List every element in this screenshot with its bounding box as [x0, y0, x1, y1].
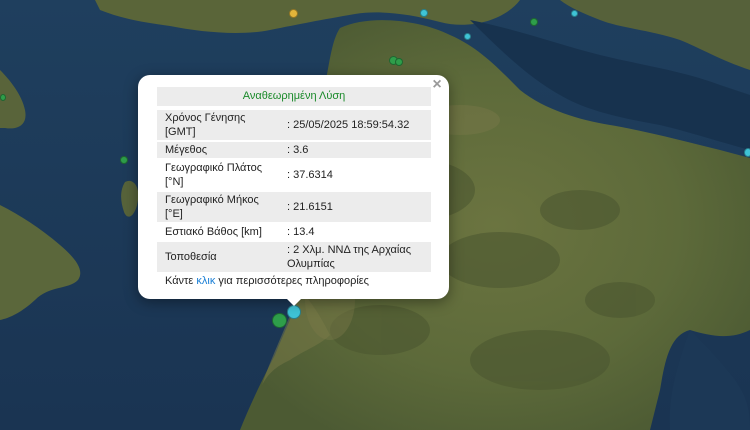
row-value: : 21.6151 — [279, 192, 431, 222]
row-value: : 2 Χλμ. ΝΝΔ της Αρχαίας Ολυμπίας — [279, 242, 431, 272]
info-table: Χρόνος Γένησης [GMT] : 25/05/2025 18:59:… — [157, 108, 431, 274]
row-label: Εστιακό Βάθος [km] — [165, 226, 262, 238]
row-origin-time: Χρόνος Γένησης [GMT] : 25/05/2025 18:59:… — [157, 110, 431, 140]
marker-yellow[interactable] — [289, 9, 298, 18]
marker-cyan[interactable] — [571, 10, 578, 17]
row-magnitude: Μέγεθος : 3.6 — [157, 142, 431, 158]
close-icon[interactable]: × — [429, 77, 445, 93]
popup-content: Αναθεωρημένη Λύση Χρόνος Γένησης [GMT] :… — [157, 87, 431, 287]
footer-prefix: Κάντε — [165, 275, 197, 287]
row-label: Μέγεθος — [157, 142, 279, 158]
marker-green[interactable] — [272, 313, 287, 328]
row-depth: Εστιακό Βάθος [km] : 13.4 — [157, 224, 431, 240]
popup-title: Αναθεωρημένη Λύση — [157, 87, 431, 106]
footer-suffix: για περισσότερες πληροφορίες — [215, 275, 369, 287]
earthquake-info-popup: × Αναθεωρημένη Λύση Χρόνος Γένησης [GMT]… — [138, 75, 449, 299]
row-longitude: Γεωγραφικό Μήκος [°E] : 21.6151 — [157, 192, 431, 222]
row-label: Γεωγραφικό Πλάτος [°N] — [165, 162, 263, 188]
marker-green[interactable] — [395, 58, 403, 66]
marker-cyan[interactable] — [464, 33, 471, 40]
row-value: : 25/05/2025 18:59:54.32 — [279, 110, 431, 140]
marker-cyan[interactable] — [744, 148, 750, 157]
row-value: : 37.6314 — [287, 169, 333, 181]
more-info-line: Κάντε κλικ για περισσότερες πληροφορίες — [157, 275, 431, 287]
popup-pointer — [284, 296, 304, 306]
row-label: Τοποθεσία — [157, 242, 279, 272]
row-label: Γεωγραφικό Μήκος [°E] — [157, 192, 279, 222]
row-location: Τοποθεσία : 2 Χλμ. ΝΝΔ της Αρχαίας Ολυμπ… — [157, 242, 431, 272]
marker-selected[interactable] — [287, 305, 301, 319]
marker-green[interactable] — [0, 94, 6, 101]
row-latitude: Γεωγραφικό Πλάτος [°N] : 37.6314 — [157, 160, 431, 190]
marker-green[interactable] — [530, 18, 538, 26]
more-info-link[interactable]: κλικ — [196, 275, 215, 287]
marker-green[interactable] — [120, 156, 128, 164]
marker-cyan[interactable] — [420, 9, 428, 17]
row-value: : 13.4 — [287, 226, 315, 238]
row-label: Χρόνος Γένησης [GMT] — [157, 110, 279, 140]
row-value: : 3.6 — [279, 142, 431, 158]
